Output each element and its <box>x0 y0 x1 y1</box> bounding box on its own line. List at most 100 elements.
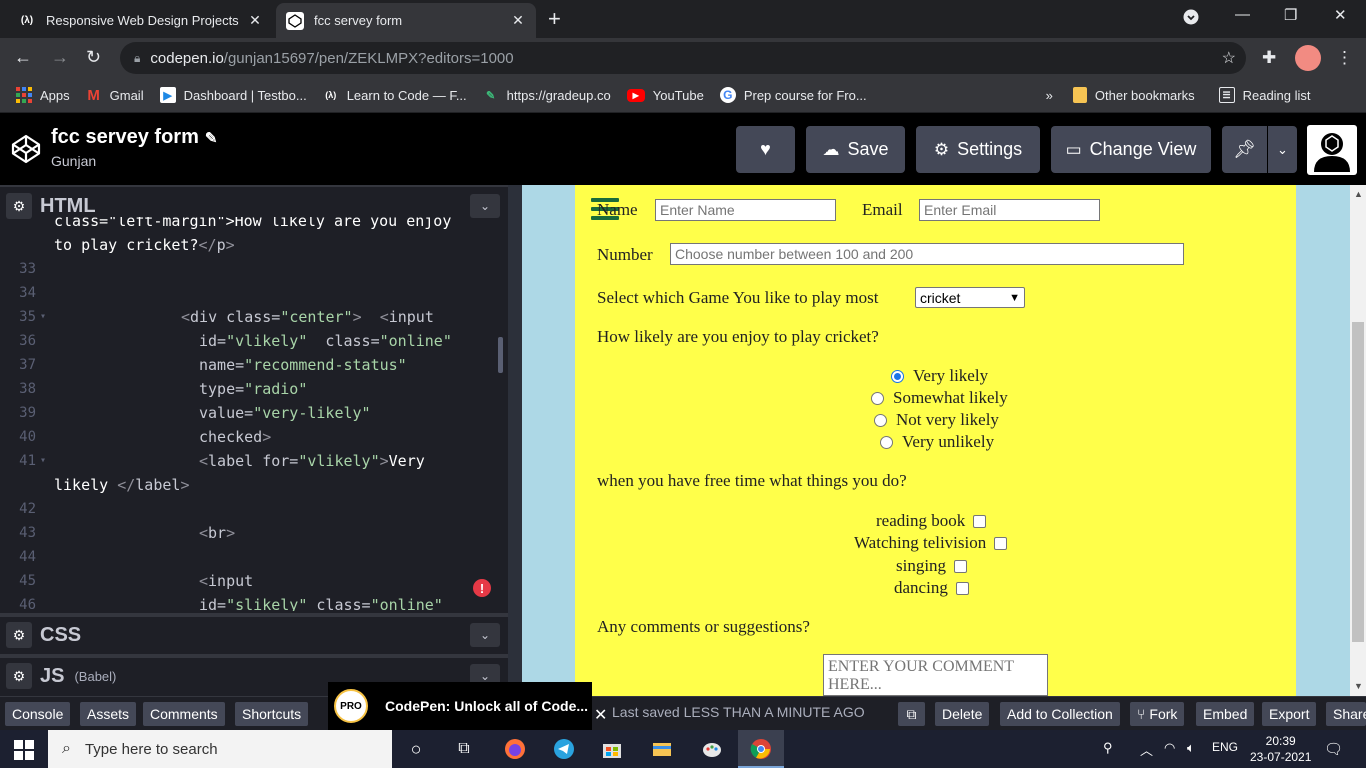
file-explorer-icon[interactable] <box>650 737 674 761</box>
code-line[interactable]: 33 <box>0 257 490 281</box>
new-tab-icon[interactable]: + <box>548 6 561 32</box>
taskbar-search[interactable]: ⌕ Type here to search <box>48 730 392 768</box>
microsoft-store-icon[interactable] <box>600 737 624 761</box>
radio-button[interactable] <box>871 391 884 405</box>
pin-button[interactable]: 📌︎ <box>1222 126 1267 173</box>
add-to-collection-button[interactable]: Add to Collection <box>1000 702 1120 726</box>
code-line[interactable]: 44 <box>0 545 490 569</box>
html-settings-gear-icon[interactable]: ⚙ <box>6 193 32 219</box>
code-line[interactable]: 38 type="radio" <box>0 377 490 401</box>
js-settings-gear-icon[interactable]: ⚙ <box>6 663 32 689</box>
bookmark-apps[interactable]: Apps <box>16 87 70 103</box>
notifications-icon[interactable]: 🗨︎ <box>1324 740 1343 758</box>
bookmark-star-icon[interactable]: ☆ <box>1222 48 1236 68</box>
other-bookmarks[interactable]: Other bookmarks <box>1072 87 1195 103</box>
show-hidden-icons[interactable]: ︿ <box>1140 740 1153 759</box>
comment-textarea[interactable]: ENTER YOUR COMMENT HERE... <box>823 654 1048 696</box>
save-button[interactable]: ☁ Save <box>806 126 905 173</box>
firefox-icon[interactable] <box>503 737 527 761</box>
html-collapse-icon[interactable]: ⌄ <box>470 194 500 218</box>
close-tab-icon[interactable]: ✕ <box>510 12 526 29</box>
embed-button[interactable]: Embed <box>1196 702 1255 726</box>
task-view-icon[interactable]: ⧉ <box>452 737 476 761</box>
open-external-button[interactable]: ⧉ <box>898 702 925 726</box>
tab-search-icon[interactable] <box>1183 9 1199 29</box>
css-panel-header[interactable]: ⚙ CSS ⌄ <box>0 613 508 653</box>
user-avatar[interactable] <box>1307 125 1357 175</box>
code-line[interactable]: 45 <input <box>0 569 490 593</box>
volume-icon[interactable]: 🔈︎ <box>1187 740 1195 756</box>
scrollbar-thumb[interactable] <box>1352 322 1364 642</box>
css-collapse-icon[interactable]: ⌄ <box>470 623 500 647</box>
radio-very-unlikely[interactable]: Very unlikely <box>880 432 994 452</box>
bookmark-youtube[interactable]: ▶ YouTube <box>626 88 704 103</box>
close-tab-icon[interactable]: ✕ <box>247 12 263 29</box>
code-line[interactable]: 41 ▾ <label for="vlikely">Very <box>0 449 490 473</box>
pencil-icon[interactable]: ✎ <box>205 130 218 147</box>
radio-very-likely[interactable]: Very likely <box>891 366 988 386</box>
profile-avatar[interactable] <box>1295 45 1321 71</box>
error-indicator-icon[interactable]: ! <box>473 579 491 597</box>
close-window-icon[interactable]: ✕ <box>1334 6 1347 24</box>
address-bar[interactable]: 🔒︎ codepen.io/gunjan15697/pen/ZEKLMPX?ed… <box>120 42 1246 74</box>
export-button[interactable]: Export <box>1262 702 1317 726</box>
fold-arrow-icon[interactable]: ▾ <box>40 305 46 329</box>
checkbox-reading-book[interactable]: reading book <box>876 511 987 531</box>
checkbox[interactable] <box>954 559 968 573</box>
windows-start-icon[interactable] <box>14 740 34 760</box>
email-input[interactable]: Enter Email <box>919 199 1100 221</box>
maximize-icon[interactable]: ❐ <box>1284 6 1297 24</box>
tab-fcc-servey-form[interactable]: fcc servey form ✕ <box>276 3 536 38</box>
checkbox-dancing[interactable]: dancing <box>894 578 969 598</box>
paint-icon[interactable] <box>700 737 724 761</box>
checkbox-singing[interactable]: singing <box>896 556 968 576</box>
bookmark-testbook[interactable]: ▶ Dashboard | Testbo... <box>159 87 307 103</box>
radio-button[interactable] <box>874 413 887 427</box>
number-input[interactable]: Choose number between 100 and 200 <box>670 243 1184 265</box>
pin-dropdown-button[interactable]: ⌄ <box>1268 126 1297 173</box>
fold-arrow-icon[interactable]: ▾ <box>40 449 46 473</box>
love-button[interactable]: ♥ <box>736 126 795 173</box>
radio-button[interactable] <box>880 435 893 449</box>
html-code-editor[interactable]: class="left-margin">How likely are you e… <box>0 217 508 611</box>
checkbox[interactable] <box>994 536 1008 550</box>
css-settings-gear-icon[interactable]: ⚙ <box>6 622 32 648</box>
shortcuts-button[interactable]: Shortcuts <box>235 702 309 726</box>
code-line[interactable]: 40 checked> <box>0 425 490 449</box>
checkbox-watching-telivision[interactable]: Watching telivision <box>854 533 1008 553</box>
pro-promo-banner[interactable]: PRO CodePen: Unlock all of Code... <box>328 682 592 730</box>
back-icon[interactable]: ← <box>14 47 32 68</box>
reload-icon[interactable]: ↻ <box>86 47 101 68</box>
comments-button[interactable]: Comments <box>143 702 225 726</box>
code-scrollbar[interactable] <box>498 337 503 373</box>
code-line[interactable]: 42 <box>0 497 490 521</box>
game-select[interactable]: cricket ▼ <box>915 287 1025 308</box>
radio-somewhat-likely[interactable]: Somewhat likely <box>871 388 1008 408</box>
code-line[interactable]: 43 <br> <box>0 521 490 545</box>
wifi-icon[interactable]: ◠ <box>1164 740 1175 756</box>
extensions-icon[interactable]: ✚ <box>1262 48 1276 68</box>
assets-button[interactable]: Assets <box>80 702 137 726</box>
fork-button[interactable]: ⑂ Fork <box>1130 702 1185 726</box>
editor-resizer[interactable] <box>508 185 522 696</box>
bookmark-gmail[interactable]: M Gmail <box>86 87 143 104</box>
code-line[interactable]: to play cricket?</p> <box>0 233 490 257</box>
bookmark-prep-course[interactable]: G Prep course for Fro... <box>719 87 867 103</box>
chrome-taskbar-active[interactable] <box>738 730 784 768</box>
change-view-button[interactable]: ▭ Change View <box>1051 126 1211 173</box>
radio-not-very-likely[interactable]: Not very likely <box>874 410 999 430</box>
minimize-icon[interactable]: — <box>1235 6 1250 23</box>
close-promo-icon[interactable]: ✕ <box>594 705 607 725</box>
taskbar-clock[interactable]: 20:39 23-07-2021 <box>1250 733 1311 765</box>
pen-title[interactable]: fcc servey form ✎ <box>51 126 217 149</box>
bookmark-freecodecamp[interactable]: (λ) Learn to Code — F... <box>323 87 466 103</box>
share-button[interactable]: Share <box>1326 702 1366 726</box>
code-line[interactable]: likely </label> <box>0 473 490 497</box>
name-input[interactable]: Enter Name <box>655 199 836 221</box>
scroll-up-icon[interactable]: ▲ <box>1354 189 1363 199</box>
scroll-down-icon[interactable]: ▼ <box>1354 681 1363 691</box>
code-line[interactable]: 34 <box>0 281 490 305</box>
code-line[interactable]: class="left-margin">How likely are you e… <box>0 217 490 233</box>
code-line[interactable]: 36 id="vlikely" class="online" <box>0 329 490 353</box>
bookmarks-overflow-icon[interactable]: » <box>1046 88 1053 103</box>
